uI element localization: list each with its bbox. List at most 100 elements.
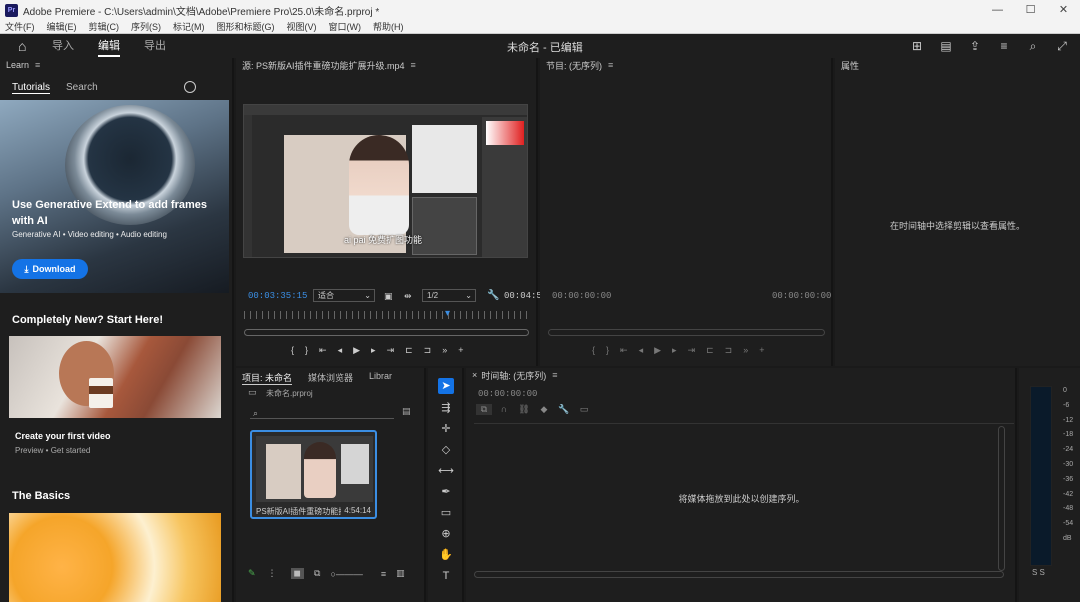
razor-tool-icon[interactable]: ◇ [438, 442, 454, 458]
basics-card-thumbnail[interactable] [9, 513, 221, 602]
track-select-tool-icon[interactable]: ⇶ [438, 400, 454, 416]
nest-icon[interactable]: ⧉ [476, 404, 492, 415]
captions-icon[interactable]: ▤ [938, 38, 954, 54]
tutorial-card-title[interactable]: Create your first video [15, 431, 111, 441]
play-icon[interactable]: ▶ [654, 345, 661, 356]
go-to-out-icon[interactable]: ⇥ [688, 345, 696, 356]
account-icon[interactable] [184, 81, 196, 93]
menu-clip[interactable]: 剪辑(C) [89, 20, 120, 33]
workspaces-icon[interactable]: ⊞ [909, 38, 925, 54]
wrench-icon[interactable]: 🔧 [487, 290, 499, 301]
pencil-icon[interactable]: ✎ [248, 568, 256, 579]
go-to-in-icon[interactable]: ⇤ [319, 345, 327, 356]
program-zoom-scrollbar[interactable] [548, 329, 825, 336]
source-time-ruler[interactable] [244, 311, 529, 319]
insert-clip-icon[interactable]: ⊏ [405, 345, 413, 356]
ripple-edit-tool-icon[interactable]: ✛ [438, 421, 454, 437]
timeline-horizontal-scrollbar[interactable] [474, 571, 1004, 578]
selection-tool-icon[interactable]: ➤ [438, 378, 454, 394]
add-button-icon[interactable]: + [458, 345, 463, 356]
hand-tool-icon[interactable]: ✋ [438, 547, 454, 563]
panels-icon[interactable]: ≡ [996, 38, 1012, 54]
go-to-in-icon[interactable]: ⇤ [620, 345, 628, 356]
rectangle-tool-icon[interactable]: ▭ [438, 505, 454, 521]
freeform-view-icon[interactable]: ⧉ [314, 568, 320, 579]
overwrite-clip-icon[interactable]: ⊐ [424, 345, 432, 356]
tab-import[interactable]: 导入 [52, 35, 74, 57]
automate-icon[interactable]: ▥ [396, 568, 405, 579]
extract-icon[interactable]: ⊐ [725, 345, 733, 356]
minimize-button[interactable]: — [981, 0, 1014, 20]
menu-window[interactable]: 窗口(W) [329, 20, 362, 33]
close-tab-icon[interactable]: × [472, 370, 477, 380]
zoom-slider[interactable]: ○——— [330, 569, 362, 579]
settings-square-icon[interactable]: ▣ [384, 291, 393, 302]
type-on-path-icon[interactable]: ⊕ [438, 526, 454, 542]
clip-thumbnail-card[interactable]: PS新版AI插件重磅功能扩展 4:54:14 [250, 430, 377, 519]
tutorial-card-thumbnail[interactable] [9, 336, 221, 418]
fit-dropdown[interactable]: 适合 ⌄ [313, 289, 375, 302]
source-video-frame[interactable]: ai pai 免费扩图功能 [243, 104, 528, 258]
tab-libraries[interactable]: Librar [369, 371, 392, 385]
maximize-button[interactable]: ☐ [1014, 0, 1047, 20]
hero-banner[interactable]: Use Generative Extend to add frames with… [0, 100, 229, 293]
step-back-icon[interactable]: ◂ [338, 345, 343, 356]
solo-buttons[interactable]: S S [1032, 568, 1045, 577]
go-to-out-icon[interactable]: ⇥ [387, 345, 395, 356]
menu-markers[interactable]: 标记(M) [173, 20, 205, 33]
panel-menu-icon[interactable]: ≡ [608, 60, 613, 70]
captions-track-icon[interactable]: ▭ [576, 404, 592, 415]
mark-in-icon[interactable]: { [291, 345, 294, 356]
menu-file[interactable]: 文件(F) [5, 20, 35, 33]
fullscreen-icon[interactable]: ⤢ [1054, 38, 1070, 54]
tab-edit[interactable]: 编辑 [98, 35, 120, 57]
sort-icon[interactable]: ≡ [381, 569, 386, 579]
menu-graphics[interactable]: 图形和标题(G) [217, 20, 275, 33]
home-icon[interactable]: ⌂ [18, 38, 34, 54]
add-button-icon[interactable]: + [759, 345, 764, 356]
menu-edit[interactable]: 编辑(E) [47, 20, 77, 33]
linked-selection-icon[interactable]: ⛓ [516, 404, 532, 415]
source-timecode[interactable]: 00:03:35:15 [248, 291, 307, 301]
list-view-icon[interactable]: ⋮ [268, 568, 277, 579]
mark-out-icon[interactable]: } [305, 345, 308, 356]
timeline-panel-title[interactable]: 时间轴: (无序列) [481, 369, 546, 382]
panel-menu-icon[interactable]: ≡ [552, 370, 557, 380]
mark-out-icon[interactable]: } [606, 345, 609, 356]
pen-tool-icon[interactable]: ✒ [438, 484, 454, 500]
more-controls-icon[interactable]: » [442, 345, 447, 356]
lift-icon[interactable]: ⊏ [706, 345, 714, 356]
tab-export[interactable]: 导出 [144, 35, 166, 57]
icon-view-icon[interactable]: ◼ [290, 568, 305, 579]
playhead-icon[interactable]: ▾ [445, 308, 450, 319]
timeline-settings-icon[interactable]: 🔧 [556, 404, 572, 415]
source-panel-title[interactable]: 源: PS新版AI插件重磅功能扩展升级.mp4 [242, 59, 405, 72]
tab-search[interactable]: Search [66, 82, 98, 94]
add-marker-icon[interactable]: ◆ [536, 404, 552, 415]
more-controls-icon[interactable]: » [743, 345, 748, 356]
program-panel-title[interactable]: 节目: (无序列) [546, 59, 602, 72]
quality-dropdown[interactable]: 1/2 ⌄ [422, 289, 476, 302]
menu-help[interactable]: 帮助(H) [373, 20, 404, 33]
type-tool-icon[interactable]: T [438, 568, 454, 584]
download-button[interactable]: ⤓ Download [12, 259, 88, 279]
slip-tool-icon[interactable]: ⟷ [438, 463, 454, 479]
timeline-timecode[interactable]: 00:00:00:00 [478, 389, 537, 399]
panel-menu-icon[interactable]: ≡ [411, 60, 416, 70]
project-search-input[interactable]: ⌕ [250, 407, 394, 419]
snap-icon[interactable]: ∩ [496, 404, 512, 415]
menu-view[interactable]: 视图(V) [287, 20, 317, 33]
share-icon[interactable]: ⇪ [967, 38, 983, 54]
step-forward-icon[interactable]: ▸ [371, 345, 376, 356]
insert-icon[interactable]: ⇹ [404, 291, 412, 302]
close-button[interactable]: ✕ [1047, 0, 1080, 20]
step-back-icon[interactable]: ◂ [639, 345, 644, 356]
panel-menu-icon[interactable]: ≡ [35, 60, 40, 70]
step-forward-icon[interactable]: ▸ [672, 345, 677, 356]
play-icon[interactable]: ▶ [353, 345, 360, 356]
source-zoom-scrollbar[interactable] [244, 329, 529, 336]
tab-tutorials[interactable]: Tutorials [12, 82, 50, 94]
tab-project[interactable]: 项目: 未命名 [242, 371, 293, 385]
new-bin-icon[interactable]: ▤ [402, 406, 411, 417]
program-timecode[interactable]: 00:00:00:00 [552, 291, 611, 301]
